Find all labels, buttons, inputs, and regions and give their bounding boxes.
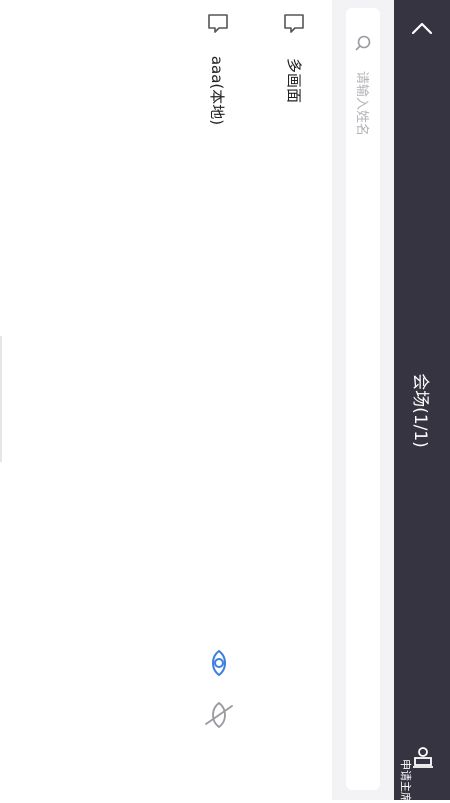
member-name: 多画面 xyxy=(284,57,303,103)
search-icon xyxy=(355,35,371,51)
apply-chair-button[interactable]: 申请主席 xyxy=(394,738,450,803)
eye-off-icon xyxy=(205,701,233,729)
member-name: aaa(本地) xyxy=(208,55,227,125)
scroll-indicator xyxy=(0,336,2,462)
search-placeholder: 请输入姓名 xyxy=(353,70,369,136)
search-input[interactable]: 请输入姓名 xyxy=(346,8,380,790)
eye-button[interactable] xyxy=(204,648,234,682)
search-area: 请输入姓名 xyxy=(332,0,394,800)
page-title: 会场(1/1) xyxy=(409,372,430,448)
eye-icon xyxy=(212,649,226,677)
list-item[interactable]: 多画面 xyxy=(280,12,308,112)
screen-icon xyxy=(284,14,304,33)
header-bar: 会场(1/1) 申请主席 xyxy=(394,0,450,803)
back-button[interactable] xyxy=(400,10,444,46)
list-item[interactable]: aaa(本地) xyxy=(204,12,232,132)
screen-icon xyxy=(208,14,228,33)
apply-chair-label: 申请主席 xyxy=(399,759,412,803)
chevron-up-icon xyxy=(411,22,433,35)
eye-off-button[interactable] xyxy=(202,700,236,734)
